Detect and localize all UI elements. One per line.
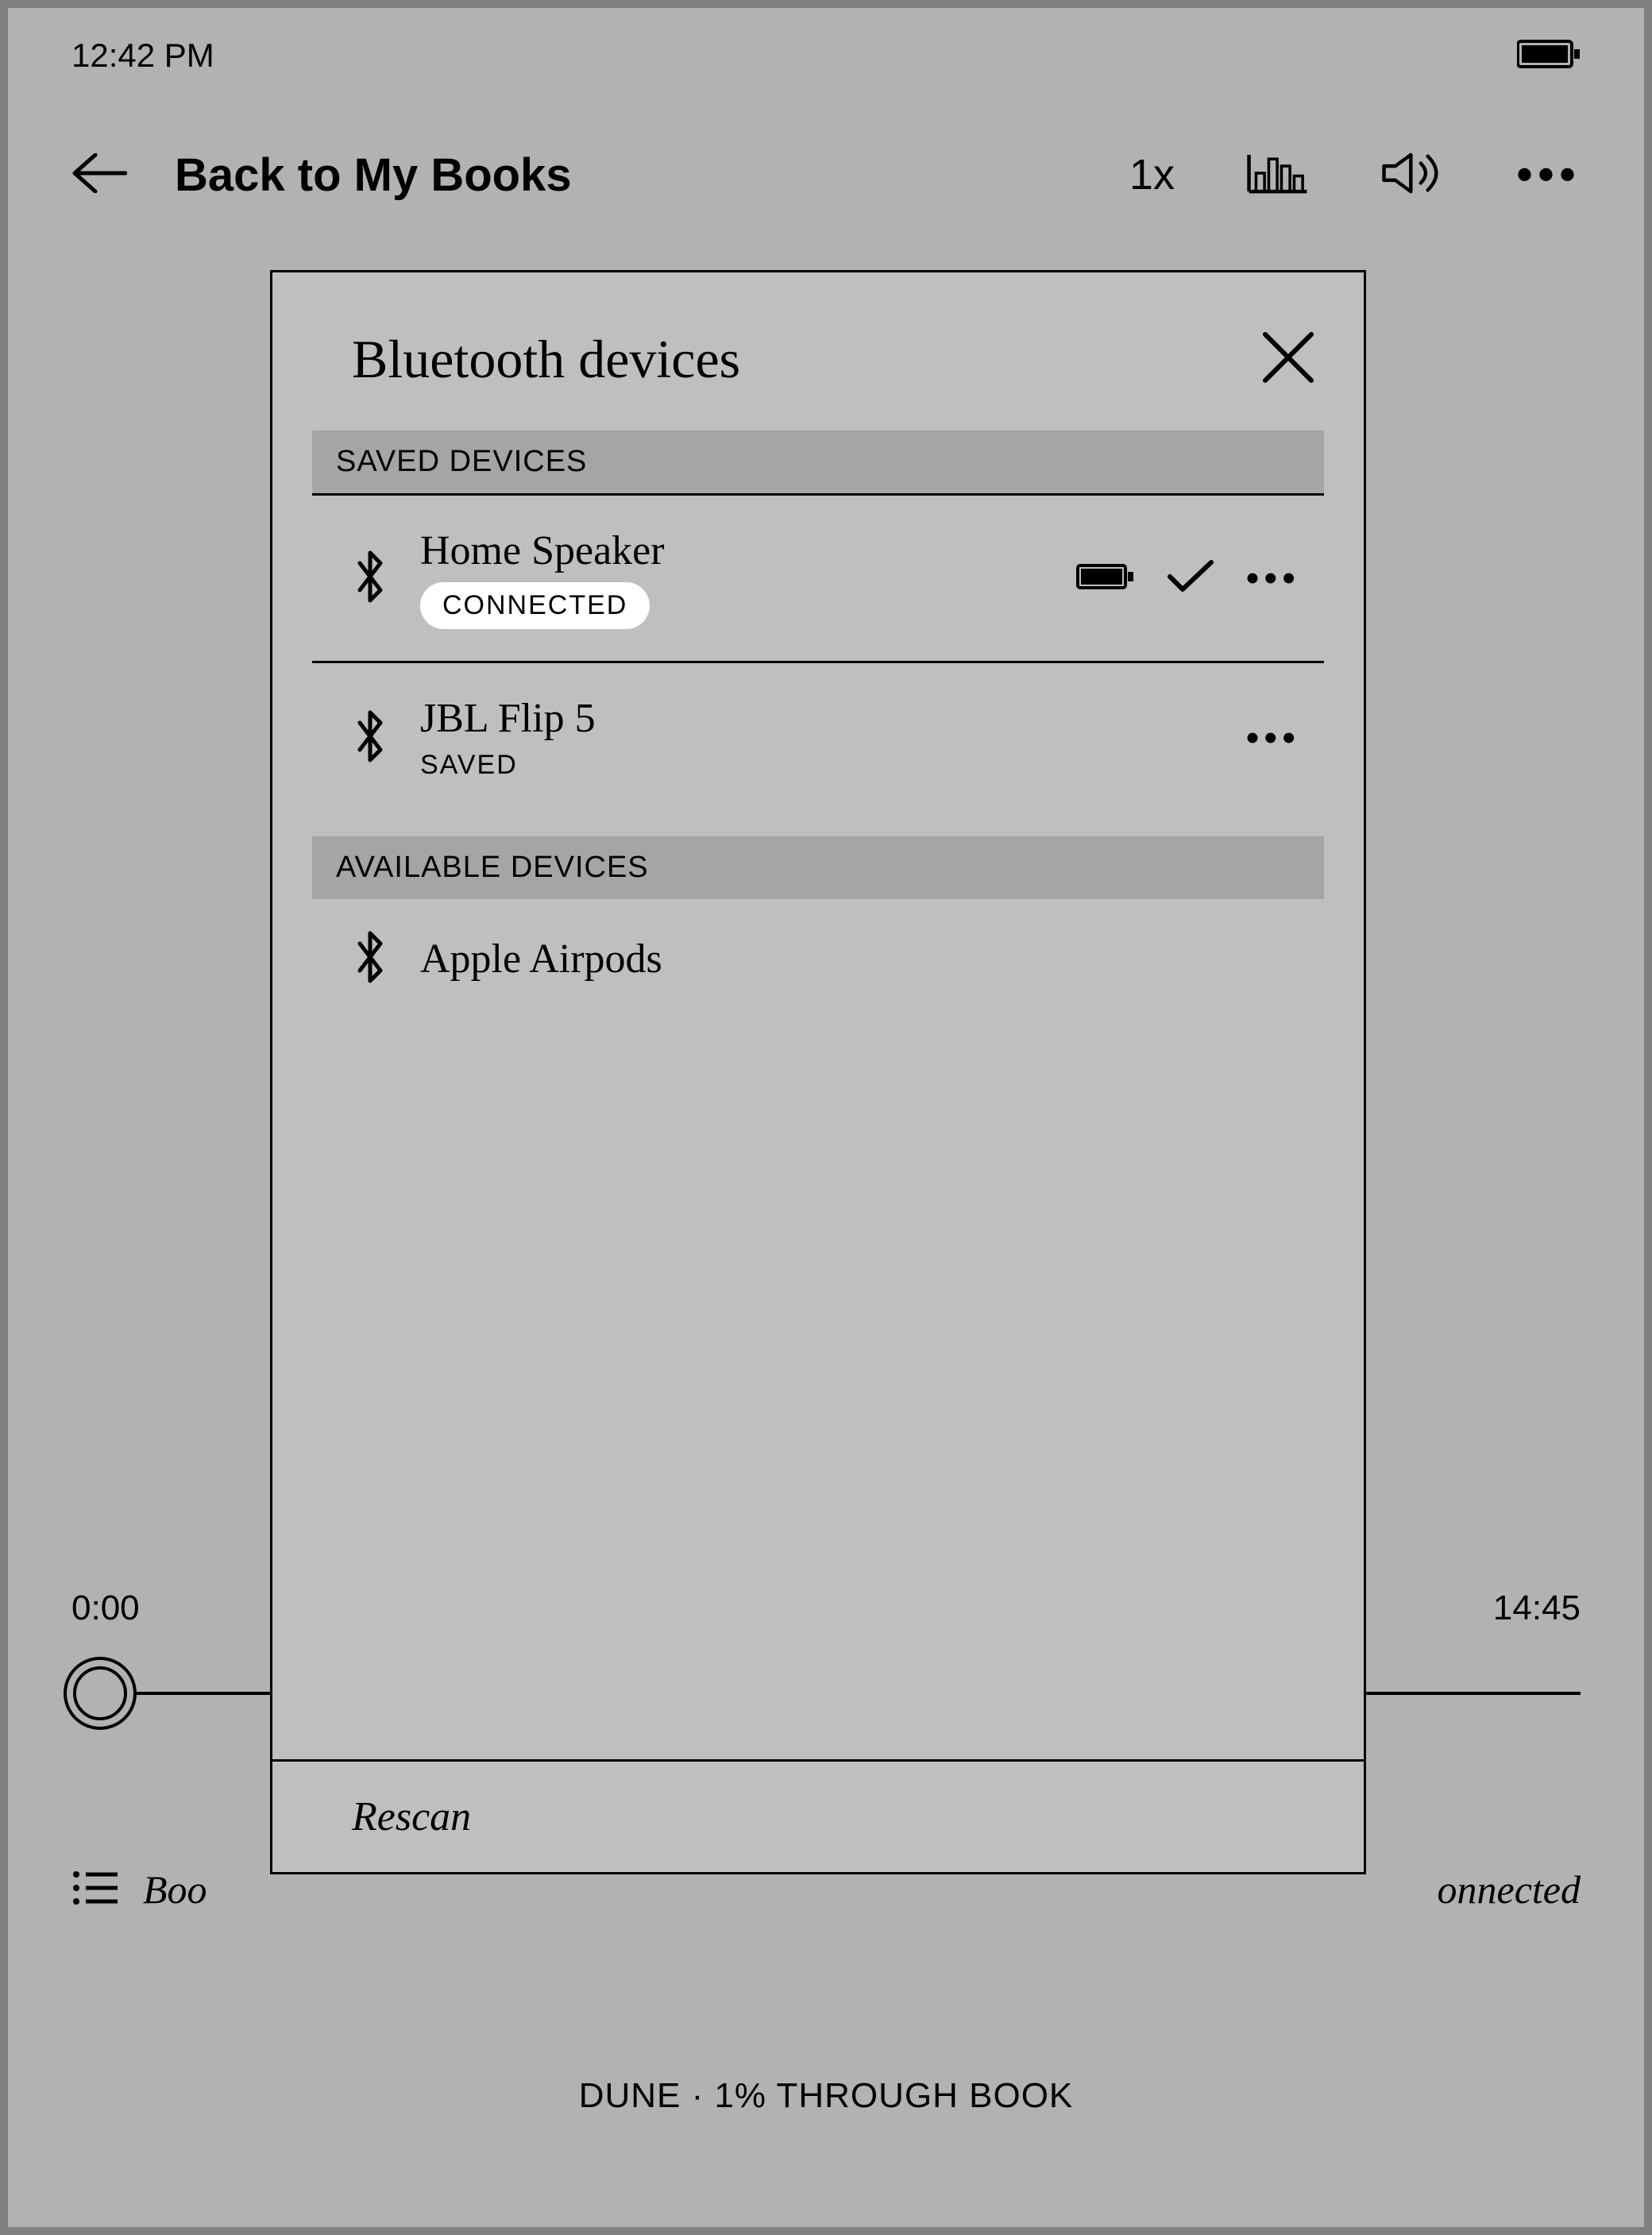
connection-label-partial: onnected: [1438, 1866, 1581, 1913]
elapsed-time: 0:00: [71, 1588, 140, 1628]
bluetooth-icon: [352, 550, 388, 607]
modal-title: Bluetooth devices: [352, 328, 740, 391]
device-status: SAVED: [420, 750, 596, 781]
device-battery-icon: [1076, 562, 1135, 595]
status-time: 12:42 PM: [71, 37, 214, 75]
device-row[interactable]: Apple Airpods: [312, 899, 1324, 1019]
equalizer-icon[interactable]: [1246, 149, 1310, 201]
device-more-icon[interactable]: •••: [1246, 557, 1300, 600]
close-icon[interactable]: [1260, 330, 1316, 389]
device-status-badge: CONNECTED: [420, 582, 650, 629]
more-menu-icon[interactable]: •••: [1516, 148, 1581, 203]
device-name: Home Speaker: [420, 527, 665, 574]
back-arrow-icon[interactable]: [71, 153, 127, 197]
book-progress: DUNE · 1% THROUGH BOOK: [8, 2076, 1644, 2116]
status-bar: 12:42 PM: [8, 8, 1644, 103]
top-nav: Back to My Books 1x •••: [8, 127, 1644, 222]
modal-footer: Rescan: [272, 1759, 1364, 1872]
bluetooth-icon: [352, 710, 388, 766]
device-row[interactable]: Home Speaker CONNECTED •••: [312, 496, 1324, 663]
playback-speed[interactable]: 1x: [1129, 150, 1175, 199]
device-name: Apple Airpods: [420, 936, 662, 982]
bluetooth-devices-modal: Bluetooth devices SAVED DEVICES Home Spe…: [270, 270, 1366, 1874]
battery-icon: [1517, 38, 1581, 74]
device-name: JBL Flip 5: [420, 695, 596, 742]
volume-icon[interactable]: [1381, 149, 1445, 201]
device-more-icon[interactable]: •••: [1246, 716, 1300, 760]
bluetooth-icon: [352, 931, 388, 987]
device-row[interactable]: JBL Flip 5 SAVED •••: [312, 663, 1324, 813]
rescan-button[interactable]: Rescan: [352, 1793, 1284, 1840]
chapter-label-partial: Boo: [143, 1866, 207, 1913]
back-label[interactable]: Back to My Books: [175, 149, 572, 202]
available-devices-header: AVAILABLE DEVICES: [312, 836, 1324, 899]
total-time: 14:45: [1493, 1588, 1581, 1628]
progress-knob[interactable]: [64, 1657, 137, 1730]
chapters-icon[interactable]: [71, 1868, 119, 1912]
saved-devices-header: SAVED DEVICES: [312, 430, 1324, 496]
check-icon: [1167, 559, 1214, 598]
